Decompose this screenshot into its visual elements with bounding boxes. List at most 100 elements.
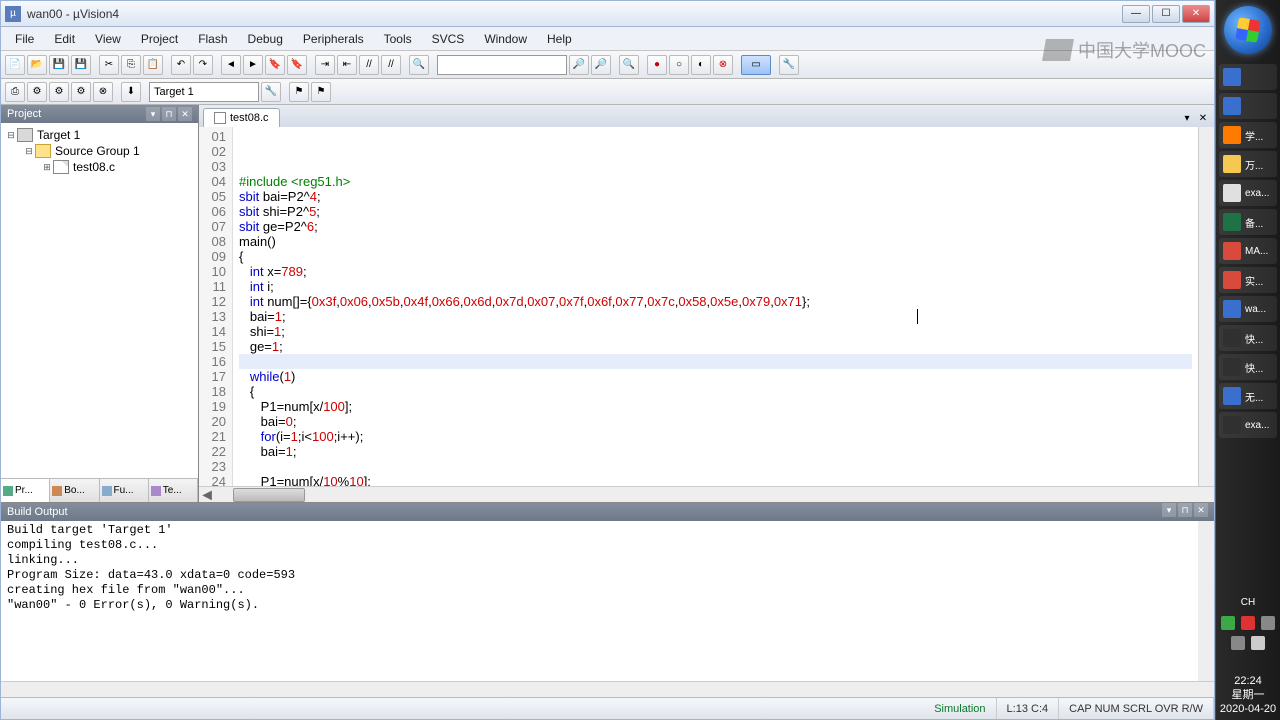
code-line[interactable]: ge=1; xyxy=(239,339,1192,354)
taskbar-item[interactable]: 学... xyxy=(1219,122,1277,148)
download-button[interactable]: ⬇ xyxy=(121,82,141,102)
minimize-button[interactable]: — xyxy=(1122,5,1150,23)
breakpoint-disable-button[interactable]: ◐ xyxy=(691,55,711,75)
manage-button[interactable]: ⚑ xyxy=(289,82,309,102)
code-line[interactable]: sbit ge=P2^6; xyxy=(239,219,1192,234)
code-line[interactable]: int x=789; xyxy=(239,264,1192,279)
window-layout-button[interactable]: ▭ xyxy=(741,55,771,75)
code-line[interactable]: { xyxy=(239,384,1192,399)
tree-target[interactable]: ⊟ Target 1 xyxy=(5,127,194,143)
taskbar-item[interactable] xyxy=(1219,64,1277,90)
debug-button[interactable]: 🔍 xyxy=(619,55,639,75)
incremental-find-button[interactable]: 🔎 xyxy=(591,55,611,75)
tree-group[interactable]: ⊟ Source Group 1 xyxy=(5,143,194,159)
editor-vertical-scrollbar[interactable] xyxy=(1198,127,1214,486)
uncomment-button[interactable]: // xyxy=(381,55,401,75)
code-line[interactable]: P1=num[x/10%10]; xyxy=(239,474,1192,486)
taskbar-item[interactable]: 实... xyxy=(1219,267,1277,293)
code-line[interactable] xyxy=(239,354,1192,369)
code-content[interactable]: #include <reg51.h>sbit bai=P2^4;sbit shi… xyxy=(233,127,1198,486)
panel-close-button[interactable]: ✕ xyxy=(178,107,192,121)
menu-window[interactable]: Window xyxy=(474,30,537,48)
panel-pin-button[interactable]: ⊓ xyxy=(1178,503,1192,517)
menu-view[interactable]: View xyxy=(85,30,131,48)
new-file-button[interactable]: 📄 xyxy=(5,55,25,75)
bookmark-button[interactable]: 🔖 xyxy=(265,55,285,75)
menu-help[interactable]: Help xyxy=(537,30,582,48)
stop-build-button[interactable]: ⊗ xyxy=(93,82,113,102)
taskbar-item[interactable] xyxy=(1219,93,1277,119)
build-horizontal-scrollbar[interactable] xyxy=(1,681,1214,697)
tray-icon[interactable] xyxy=(1261,616,1275,630)
manage2-button[interactable]: ⚑ xyxy=(311,82,331,102)
target-options-button[interactable]: 🔧 xyxy=(261,82,281,102)
batch-build-button[interactable]: ⚙ xyxy=(71,82,91,102)
breakpoint-kill-button[interactable]: ⊗ xyxy=(713,55,733,75)
find-button[interactable]: 🔎 xyxy=(569,55,589,75)
outdent-button[interactable]: ⇤ xyxy=(337,55,357,75)
menu-file[interactable]: File xyxy=(5,30,44,48)
undo-button[interactable]: ↶ xyxy=(171,55,191,75)
code-line[interactable]: bai=1; xyxy=(239,444,1192,459)
code-editor[interactable]: 0102030405060708091011121314151617181920… xyxy=(199,127,1214,486)
open-file-button[interactable]: 📂 xyxy=(27,55,47,75)
code-line[interactable]: int num[]={0x3f,0x06,0x5b,0x4f,0x66,0x6d… xyxy=(239,294,1192,309)
find-combo[interactable] xyxy=(437,55,567,75)
code-line[interactable]: for(i=1;i<100;i++); xyxy=(239,429,1192,444)
taskbar-item[interactable]: 快... xyxy=(1219,325,1277,351)
volume-icon[interactable] xyxy=(1251,636,1265,650)
menu-svcs[interactable]: SVCS xyxy=(422,30,475,48)
tree-toggle-icon[interactable]: ⊟ xyxy=(23,146,35,157)
code-line[interactable]: sbit shi=P2^5; xyxy=(239,204,1192,219)
code-line[interactable]: shi=1; xyxy=(239,324,1192,339)
menu-edit[interactable]: Edit xyxy=(44,30,85,48)
scrollbar-thumb[interactable] xyxy=(233,488,305,502)
bookmark2-button[interactable]: 🔖 xyxy=(287,55,307,75)
code-line[interactable]: int i; xyxy=(239,279,1192,294)
editor-tab[interactable]: test08.c xyxy=(203,108,280,127)
taskbar-item[interactable]: MA... xyxy=(1219,238,1277,264)
save-all-button[interactable]: 💾 xyxy=(71,55,91,75)
taskbar-item[interactable]: wa... xyxy=(1219,296,1277,322)
tray-icon[interactable] xyxy=(1231,636,1245,650)
tree-toggle-icon[interactable]: ⊞ xyxy=(41,162,53,173)
save-button[interactable]: 💾 xyxy=(49,55,69,75)
code-line[interactable]: main() xyxy=(239,234,1192,249)
configure-button[interactable]: 🔧 xyxy=(779,55,799,75)
project-tab[interactable]: Te... xyxy=(149,479,198,502)
copy-button[interactable]: ⎘ xyxy=(121,55,141,75)
taskbar-item[interactable]: 万... xyxy=(1219,151,1277,177)
bookmark-prev-button[interactable]: ◄ xyxy=(221,55,241,75)
menu-flash[interactable]: Flash xyxy=(188,30,237,48)
taskbar-item[interactable]: 无... xyxy=(1219,383,1277,409)
editor-menu-button[interactable]: ▾ xyxy=(1180,113,1194,127)
bookmark-next-button[interactable]: ► xyxy=(243,55,263,75)
tree-file[interactable]: ⊞ test08.c xyxy=(5,159,194,175)
project-tab[interactable]: Bo... xyxy=(50,479,99,502)
taskbar-clock[interactable]: 22:24 星期一 2020-04-20 xyxy=(1216,674,1280,716)
menu-tools[interactable]: Tools xyxy=(374,30,422,48)
target-select[interactable] xyxy=(149,82,259,102)
tray-icon[interactable] xyxy=(1221,616,1235,630)
build-button[interactable]: ⚙ xyxy=(27,82,47,102)
redo-button[interactable]: ↷ xyxy=(193,55,213,75)
project-tab[interactable]: Pr... xyxy=(1,479,50,502)
code-line[interactable] xyxy=(239,459,1192,474)
code-line[interactable]: #include <reg51.h> xyxy=(239,174,1192,189)
taskbar-item[interactable]: 快... xyxy=(1219,354,1277,380)
comment-button[interactable]: // xyxy=(359,55,379,75)
menu-debug[interactable]: Debug xyxy=(238,30,293,48)
panel-pin-button[interactable]: ⊓ xyxy=(162,107,176,121)
menu-project[interactable]: Project xyxy=(131,30,188,48)
code-line[interactable]: { xyxy=(239,249,1192,264)
code-line[interactable]: bai=0; xyxy=(239,414,1192,429)
taskbar-item[interactable]: exa... xyxy=(1219,412,1277,438)
start-button[interactable] xyxy=(1224,6,1272,54)
build-output-text[interactable]: Build target 'Target 1' compiling test08… xyxy=(1,521,1198,681)
rebuild-button[interactable]: ⚙ xyxy=(49,82,69,102)
taskbar-item[interactable]: 备... xyxy=(1219,209,1277,235)
ime-indicator[interactable]: CH xyxy=(1220,597,1276,608)
taskbar-item[interactable]: exa... xyxy=(1219,180,1277,206)
code-line[interactable]: P1=num[x/100]; xyxy=(239,399,1192,414)
tray-icon[interactable] xyxy=(1241,616,1255,630)
